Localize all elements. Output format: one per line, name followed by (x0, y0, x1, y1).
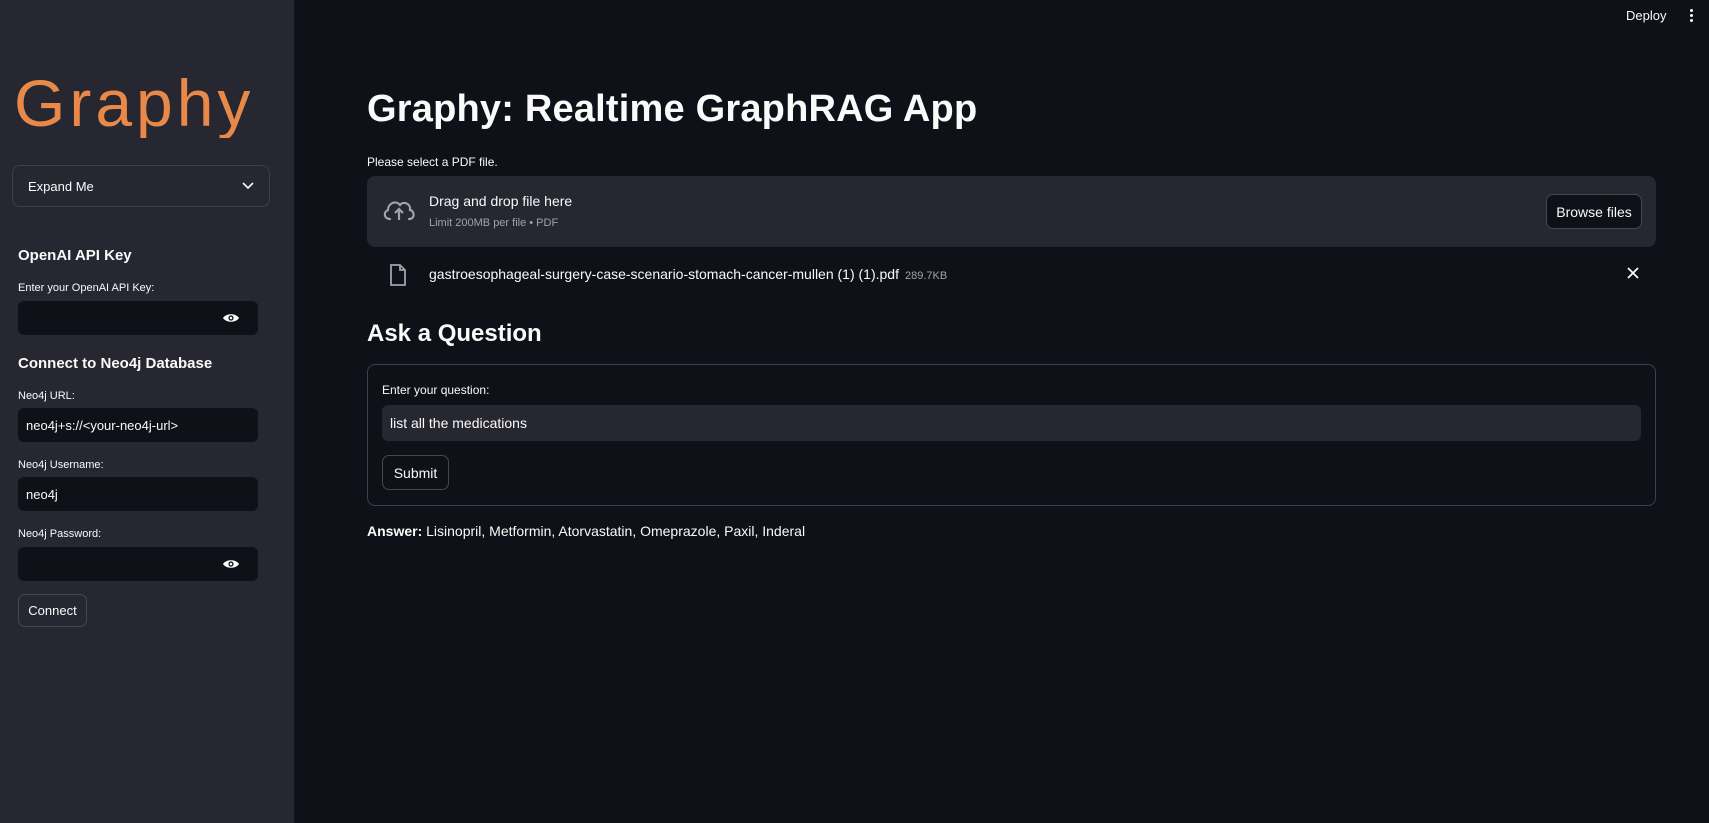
question-label: Enter your question: (382, 383, 490, 397)
eye-icon[interactable] (222, 311, 240, 325)
neo4j-password-label: Neo4j Password: (18, 528, 102, 540)
svg-text:Graphy: Graphy (14, 70, 254, 138)
dropzone-title: Drag and drop file here (429, 193, 573, 209)
close-icon[interactable] (1626, 266, 1640, 280)
neo4j-url-input[interactable]: neo4j+s://<your-neo4j-url> (18, 408, 258, 442)
file-name: gastroesophageal-surgery-case-scenario-s… (429, 266, 947, 282)
neo4j-username-label: Neo4j Username: (18, 459, 104, 471)
file-dropzone[interactable]: Drag and drop file here Limit 200MB per … (367, 176, 1656, 247)
cloud-upload-icon (383, 201, 415, 221)
page-title: Graphy: Realtime GraphRAG App (367, 88, 978, 130)
connect-button[interactable]: Connect (18, 594, 87, 627)
chevron-down-icon (242, 182, 254, 190)
expander-label: Expand Me (28, 178, 94, 194)
uploaded-file-row: gastroesophageal-surgery-case-scenario-s… (367, 262, 1656, 292)
answer-label: Answer: (367, 523, 423, 539)
openai-key-input[interactable] (18, 301, 258, 335)
neo4j-section-title: Connect to Neo4j Database (18, 355, 213, 372)
submit-button[interactable]: Submit (382, 455, 449, 490)
neo4j-url-value: neo4j+s://<your-neo4j-url> (26, 417, 179, 433)
deploy-button[interactable]: Deploy (1626, 8, 1666, 23)
browse-files-button[interactable]: Browse files (1546, 194, 1642, 229)
file-size: 289.7KB (904, 270, 948, 282)
openai-section-title: OpenAI API Key (18, 247, 132, 264)
neo4j-username-input[interactable]: neo4j (18, 477, 258, 511)
question-form: Enter your question: list all the medica… (367, 364, 1656, 506)
expand-me-expander[interactable]: Expand Me (12, 165, 270, 207)
question-input[interactable]: list all the medications (382, 405, 1641, 441)
neo4j-url-label: Neo4j URL: (18, 390, 75, 402)
openai-key-label: Enter your OpenAI API Key: (18, 282, 155, 294)
dropzone-subtitle: Limit 200MB per file • PDF (429, 217, 559, 229)
uploader-label: Please select a PDF file. (367, 155, 498, 169)
kebab-menu-icon[interactable] (1688, 9, 1694, 25)
neo4j-password-input[interactable] (18, 547, 258, 581)
answer: Answer: Lisinopril, Metformin, Atorvasta… (367, 523, 805, 539)
eye-icon[interactable] (222, 557, 240, 571)
question-heading: Ask a Question (367, 320, 542, 347)
answer-text: Lisinopril, Metformin, Atorvastatin, Ome… (426, 523, 806, 539)
sidebar: Graphy Expand Me OpenAI API Key Enter yo… (0, 0, 294, 823)
question-value: list all the medications (390, 415, 527, 431)
file-icon (390, 264, 406, 286)
neo4j-username-value: neo4j (26, 486, 58, 502)
graphy-logo: Graphy (14, 70, 254, 138)
file-name-text: gastroesophageal-surgery-case-scenario-s… (429, 266, 899, 282)
